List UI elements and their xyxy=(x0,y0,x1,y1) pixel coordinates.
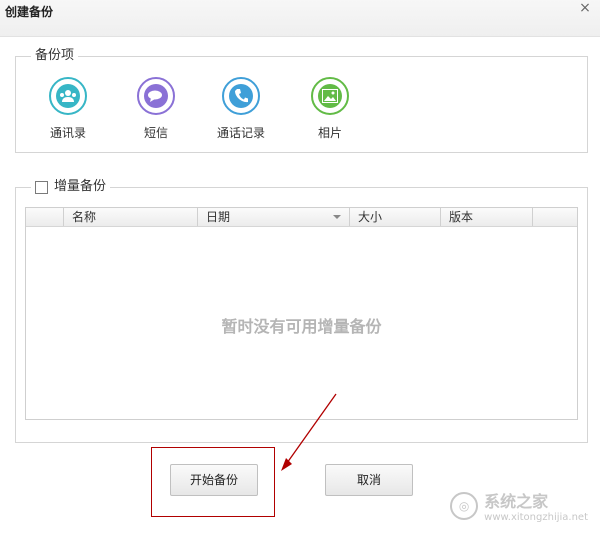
watermark-url: www.xitongzhijia.net xyxy=(484,512,588,523)
watermark: ◎ 系统之家 www.xitongzhijia.net xyxy=(450,488,588,523)
annotation-arrow-icon xyxy=(281,393,337,471)
watermark-text: 系统之家 xyxy=(484,492,549,511)
watermark-logo-icon: ◎ xyxy=(450,491,479,520)
